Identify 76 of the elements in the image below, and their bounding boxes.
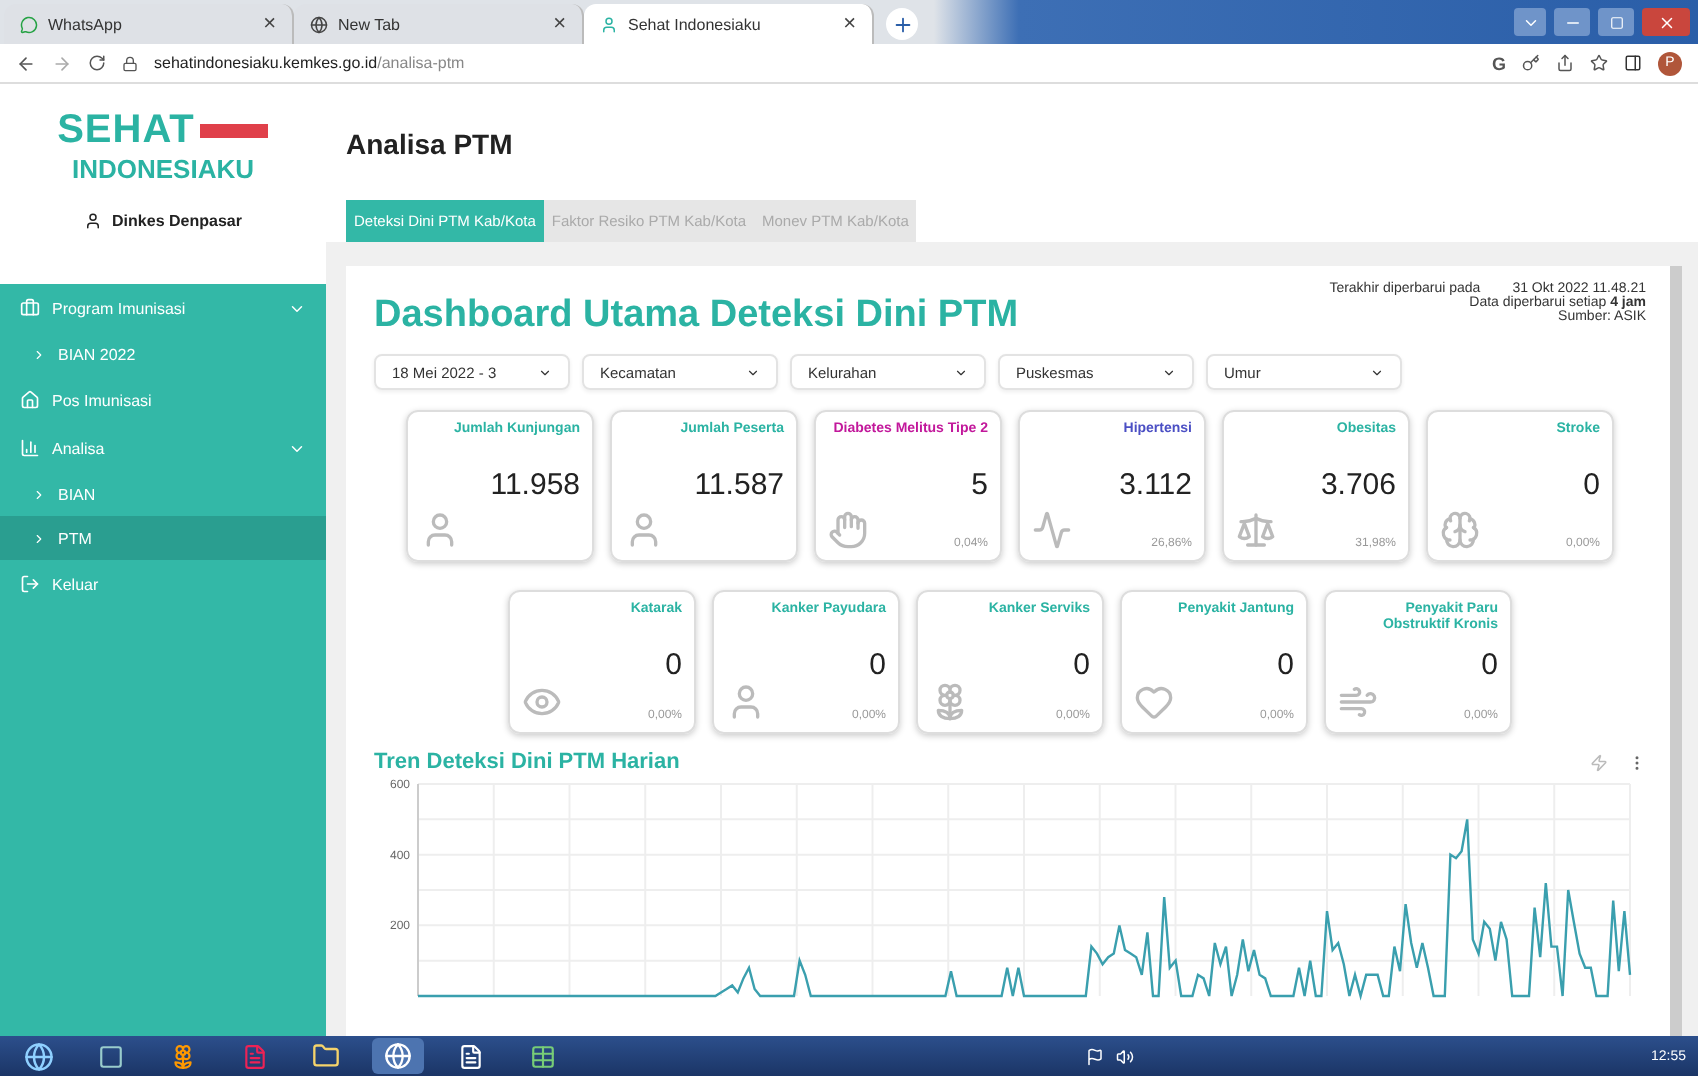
- stat-value: 0: [1581, 468, 1600, 502]
- stat-value: 0: [663, 648, 682, 682]
- stat-value: 3.112: [1117, 468, 1192, 502]
- caret-icon: [1162, 365, 1176, 379]
- flower-icon: [169, 1043, 195, 1069]
- browser-tab[interactable]: Sehat Indonesiaku ×: [584, 4, 874, 44]
- user-name: Dinkes Denpasar: [112, 212, 242, 230]
- heart-icon: [1134, 682, 1174, 722]
- reload-icon: [88, 54, 106, 72]
- hand-icon: [828, 510, 868, 550]
- exit-icon: [20, 574, 40, 594]
- flag-icon: [1085, 1047, 1104, 1065]
- pulse-icon: [1032, 510, 1072, 550]
- logo-bar: [200, 124, 269, 138]
- chat-icon: [20, 15, 38, 33]
- scale-icon: [1236, 510, 1276, 550]
- stat-value: 0: [1479, 648, 1498, 682]
- person-icon: [600, 15, 618, 33]
- user-icon: [84, 212, 103, 230]
- new-tab-button[interactable]: [886, 8, 918, 40]
- page-title: Analisa PTM: [346, 128, 515, 160]
- tab-title: Sehat Indonesiaku: [628, 15, 763, 33]
- address-field[interactable]: sehatindonesiaku.kemkes.go.id/analisa-ptm: [154, 54, 1476, 72]
- chevron-right-icon: [32, 487, 46, 501]
- document-icon: [241, 1043, 267, 1069]
- chevron-right-icon: [32, 531, 46, 545]
- key-icon: [1522, 54, 1540, 72]
- star-icon: [1590, 54, 1608, 72]
- document-icon: [457, 1043, 483, 1069]
- stat-value: 3.706: [1318, 468, 1396, 502]
- logo-text: SEHAT: [57, 108, 195, 154]
- spreadsheet-icon: [529, 1043, 555, 1069]
- maximize-button[interactable]: [1598, 8, 1634, 36]
- tab-title: WhatsApp: [48, 15, 124, 33]
- maximize-icon: [1609, 15, 1623, 29]
- window-icon: [97, 1043, 123, 1069]
- caret-icon: [954, 365, 968, 379]
- bar-chart-icon: [20, 438, 40, 458]
- globe-icon: [384, 1042, 412, 1070]
- side-panel-icon: [1624, 54, 1642, 72]
- stat-value: 11.958: [488, 468, 580, 502]
- tab-title: New Tab: [338, 15, 402, 33]
- stat-value: 5: [969, 468, 988, 502]
- stat-value: 0: [1275, 648, 1294, 682]
- briefcase-icon: [20, 298, 40, 318]
- lock-icon: [122, 55, 138, 71]
- stat-value: 11.587: [692, 468, 784, 502]
- home-icon: [20, 390, 40, 410]
- lightning-icon: [1590, 753, 1608, 771]
- dropdown-button[interactable]: [1514, 8, 1546, 36]
- caret-icon: [1370, 365, 1384, 379]
- folder-icon: [312, 1042, 340, 1070]
- brain-icon: [1440, 510, 1480, 550]
- stat-value: 0: [1071, 648, 1090, 682]
- stat-value: 0: [867, 648, 886, 682]
- chart-title: Tren Deteksi Dini PTM Harian: [374, 750, 680, 774]
- dashboard-heading: Dashboard Utama Deteksi Dini PTM: [374, 294, 1019, 338]
- speaker-icon: [1115, 1047, 1134, 1065]
- plus-icon: [891, 13, 913, 35]
- logo-text: INDONESIAKU: [71, 154, 254, 184]
- close-button[interactable]: [1642, 8, 1690, 36]
- caret-icon: [538, 365, 552, 379]
- close-tab-button[interactable]: ×: [553, 12, 566, 36]
- globe-icon: [23, 1041, 53, 1071]
- chevron-right-icon: [32, 347, 46, 361]
- wind-icon: [1338, 682, 1378, 722]
- caret-icon: [746, 365, 760, 379]
- forward-icon: [52, 53, 72, 73]
- close-tab-button[interactable]: ×: [263, 12, 276, 36]
- taskbar-app-button[interactable]: [372, 1038, 424, 1074]
- back-icon: [16, 53, 36, 73]
- globe-icon: [310, 15, 328, 33]
- translate-button[interactable]: G: [1491, 53, 1506, 73]
- share-icon: [1556, 54, 1574, 72]
- close-icon: [1657, 13, 1675, 31]
- close-tab-button[interactable]: ×: [843, 12, 856, 36]
